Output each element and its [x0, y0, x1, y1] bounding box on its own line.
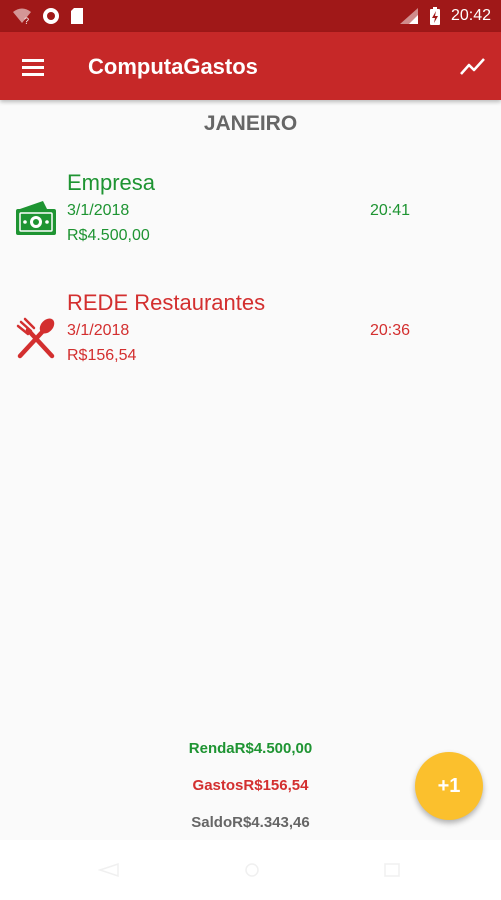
- money-icon: [16, 201, 56, 235]
- month-header: JANEIRO: [203, 112, 298, 135]
- status-notifications: ?: [12, 7, 84, 25]
- back-icon[interactable]: [98, 862, 122, 878]
- system-nav-bar: [0, 840, 501, 900]
- fork-spoon-icon: [16, 317, 55, 359]
- menu-icon[interactable]: [20, 53, 48, 81]
- entry-name: REDE Restaurantes: [67, 290, 266, 315]
- home-icon[interactable]: [240, 862, 264, 878]
- record-icon: [43, 8, 59, 24]
- total-saldo: SaldoR$4.343,46: [191, 814, 310, 831]
- entry-name: Empresa: [67, 170, 156, 195]
- app-bar: ComputaGastos: [0, 32, 501, 100]
- list-item[interactable]: Empresa 3/1/2018 20:41 R$4.500,00: [0, 170, 501, 260]
- entry-time: 20:36: [370, 322, 411, 339]
- status-time: 20:42: [450, 7, 491, 24]
- entry-date: 3/1/2018: [67, 202, 130, 219]
- app-title: ComputaGastos: [88, 54, 258, 79]
- trending-chart-icon[interactable]: [459, 52, 487, 80]
- entry-amount: R$4.500,00: [67, 227, 150, 244]
- entry-amount: R$156,54: [67, 347, 137, 364]
- wifi-question-icon: ?: [13, 8, 31, 25]
- total-renda: RendaR$4.500,00: [188, 740, 313, 757]
- entry-time: 20:41: [370, 202, 411, 219]
- signal-icon: [399, 8, 418, 24]
- recents-icon[interactable]: [380, 862, 404, 878]
- svg-text:?: ?: [24, 16, 29, 25]
- status-bar: ? 20:42: [0, 0, 501, 32]
- add-entry-fab[interactable]: +1: [415, 752, 483, 820]
- battery-charging-icon: [429, 7, 440, 25]
- status-system: 20:42: [399, 6, 491, 26]
- entry-date: 3/1/2018: [67, 322, 130, 339]
- sd-card-icon: [71, 8, 83, 24]
- list-item[interactable]: REDE Restaurantes 3/1/2018 20:36 R$156,5…: [0, 290, 501, 380]
